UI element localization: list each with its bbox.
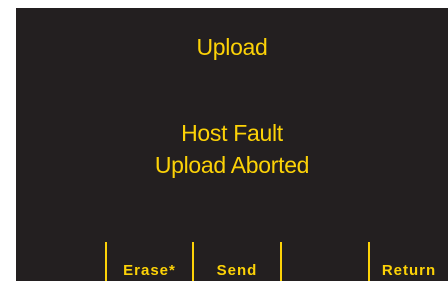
return-softkey[interactable]: Return xyxy=(370,261,448,281)
erase-softkey[interactable]: Erase* xyxy=(107,261,192,281)
send-softkey[interactable]: Send xyxy=(194,261,280,281)
status-message: Host Fault Upload Aborted xyxy=(16,117,448,181)
message-line-2: Upload Aborted xyxy=(154,152,310,178)
softkey-4[interactable] xyxy=(282,261,368,281)
softkey-1[interactable] xyxy=(16,261,105,281)
screen-title: Upload xyxy=(196,34,268,60)
display-screen: Upload Host Fault Upload Aborted Erase* … xyxy=(16,8,448,281)
softkey-bar: Erase* Send Return xyxy=(16,235,448,281)
message-line-1: Host Fault xyxy=(181,120,283,146)
